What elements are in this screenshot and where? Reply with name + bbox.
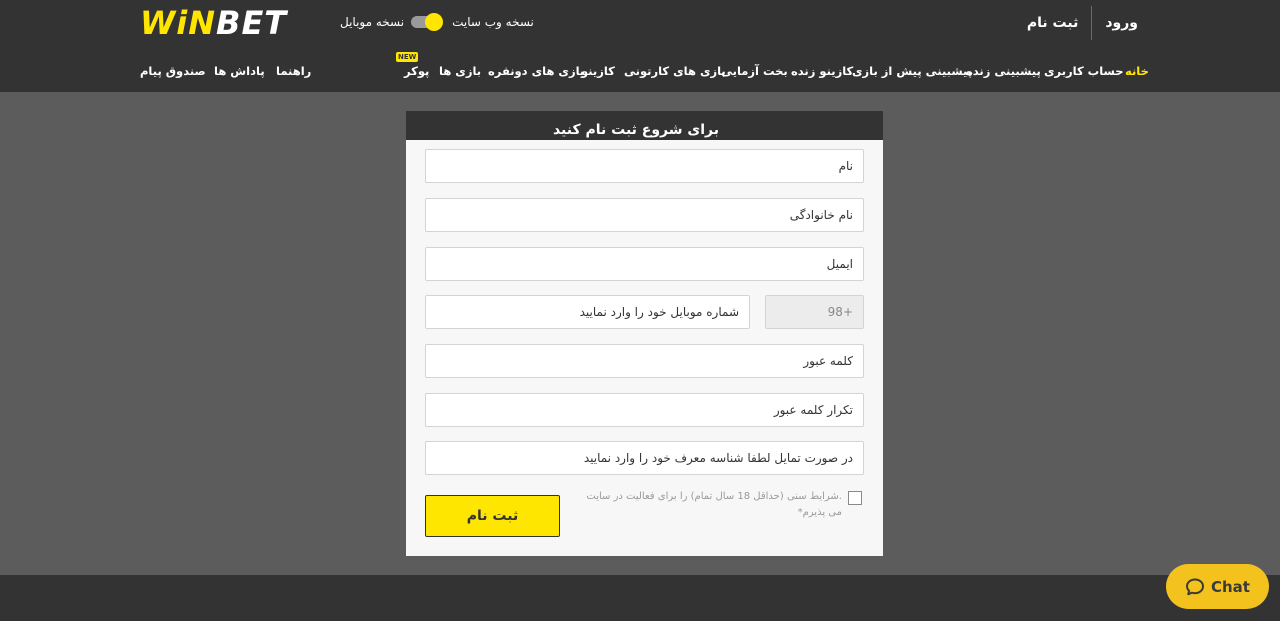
- auth-links: ثبت نام ورود: [1027, 6, 1138, 40]
- chat-button[interactable]: Chat: [1166, 564, 1269, 609]
- version-web-label[interactable]: نسخه وب سایت: [452, 15, 534, 29]
- nav-item-lottery[interactable]: بخت آزمایی: [721, 62, 788, 80]
- new-badge: NEW: [396, 52, 419, 62]
- chat-bubble-icon: [1186, 578, 1204, 595]
- registration-title: برای شروع ثبت نام کنید: [552, 122, 719, 138]
- registration-header: برای شروع ثبت نام کنید: [406, 111, 883, 140]
- nav-item-cartoon-games[interactable]: بازی های کارتونی: [624, 62, 726, 80]
- nav-item-rewards[interactable]: پاداش ها: [214, 62, 265, 80]
- terms-checkbox[interactable]: [848, 491, 862, 505]
- nav-item-two-player[interactable]: بازی های دونفره: [488, 62, 584, 80]
- password-repeat-field[interactable]: [425, 393, 864, 427]
- nav-item-poker[interactable]: پوکر: [404, 62, 429, 80]
- register-link[interactable]: ثبت نام: [1027, 15, 1078, 31]
- nav-item-help[interactable]: راهنما: [276, 62, 311, 80]
- logo-part-a: WiN: [140, 4, 217, 42]
- password-field[interactable]: [425, 344, 864, 378]
- logo-part-b: BET: [216, 4, 288, 42]
- country-code-field[interactable]: [765, 295, 864, 329]
- nav-item-inbox[interactable]: صندوق پیام: [140, 62, 206, 80]
- terms-text: .شرایط سنی (حداقل 18 سال تمام) را برای ف…: [586, 491, 842, 518]
- version-mobile-label[interactable]: نسخه موبایل: [340, 15, 404, 29]
- register-submit-button[interactable]: ثبت نام: [425, 495, 560, 537]
- login-link[interactable]: ورود: [1105, 15, 1138, 31]
- first-name-field[interactable]: [425, 149, 864, 183]
- nav-item-live-betting[interactable]: پیشبینی زنده: [966, 62, 1041, 80]
- version-switch: نسخه موبایل نسخه وب سایت: [340, 11, 534, 33]
- referral-field[interactable]: [425, 441, 864, 475]
- footer-bar: [0, 575, 1280, 621]
- nav-item-casino[interactable]: کازینو: [581, 62, 615, 80]
- logo[interactable]: WiN BET: [140, 4, 288, 42]
- nav-item-home[interactable]: خانه: [1125, 62, 1149, 80]
- main-nav: خانه حساب کاربری پیشبینی زنده پیشبینی پی…: [0, 62, 1280, 80]
- nav-item-prematch[interactable]: پیشبینی پیش از بازی: [852, 62, 972, 80]
- terms-row: .شرایط سنی (حداقل 18 سال تمام) را برای ف…: [576, 489, 862, 521]
- top-bar: WiN BET نسخه موبایل نسخه وب سایت ثبت نام …: [0, 0, 1280, 92]
- nav-item-games[interactable]: بازی ها: [439, 62, 481, 80]
- chat-label: Chat: [1211, 577, 1250, 596]
- auth-divider: [1091, 6, 1093, 40]
- email-field[interactable]: [425, 247, 864, 281]
- version-toggle[interactable]: [411, 13, 445, 31]
- last-name-field[interactable]: [425, 198, 864, 232]
- nav-item-account[interactable]: حساب کاربری: [1044, 62, 1124, 80]
- toggle-knob: [425, 13, 444, 31]
- phone-field[interactable]: [425, 295, 750, 329]
- nav-item-live-casino[interactable]: کازینو زنده: [791, 62, 853, 80]
